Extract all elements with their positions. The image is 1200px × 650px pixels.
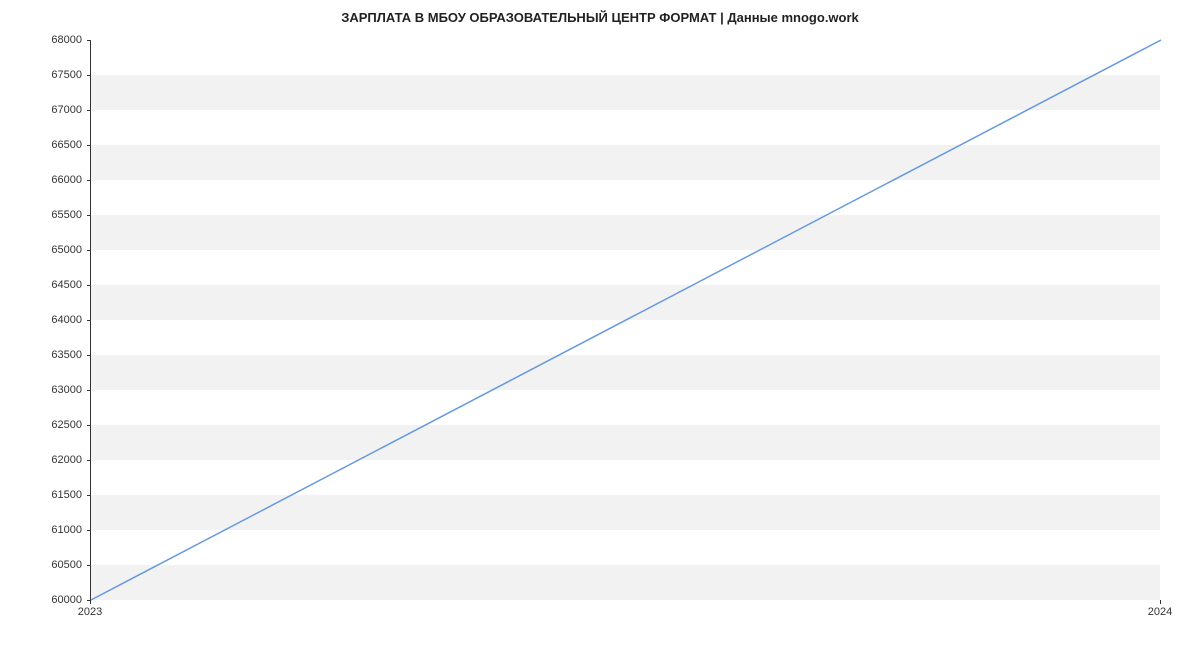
- x-tick-mark: [90, 600, 91, 604]
- y-tick-label: 67500: [32, 69, 82, 81]
- y-tick-label: 61000: [32, 524, 82, 536]
- line-series: [91, 40, 1161, 600]
- y-tick-mark: [87, 355, 91, 356]
- y-tick-label: 61500: [32, 489, 82, 501]
- y-tick-label: 66000: [32, 174, 82, 186]
- y-tick-mark: [87, 285, 91, 286]
- y-tick-label: 68000: [32, 34, 82, 46]
- y-tick-mark: [87, 320, 91, 321]
- y-tick-mark: [87, 495, 91, 496]
- y-tick-label: 64500: [32, 279, 82, 291]
- y-tick-mark: [87, 530, 91, 531]
- x-tick-mark: [1160, 600, 1161, 604]
- series-line: [91, 40, 1161, 600]
- x-tick-label: 2023: [78, 606, 102, 618]
- y-tick-mark: [87, 250, 91, 251]
- y-tick-mark: [87, 40, 91, 41]
- y-tick-mark: [87, 425, 91, 426]
- y-tick-mark: [87, 145, 91, 146]
- y-tick-label: 64000: [32, 314, 82, 326]
- y-tick-mark: [87, 565, 91, 566]
- y-tick-mark: [87, 460, 91, 461]
- y-tick-label: 60500: [32, 559, 82, 571]
- y-tick-label: 60000: [32, 594, 82, 606]
- y-tick-label: 65500: [32, 209, 82, 221]
- y-tick-label: 62000: [32, 454, 82, 466]
- y-tick-label: 63500: [32, 349, 82, 361]
- y-tick-label: 67000: [32, 104, 82, 116]
- x-tick-label: 2024: [1148, 606, 1172, 618]
- y-tick-mark: [87, 390, 91, 391]
- y-tick-label: 62500: [32, 419, 82, 431]
- chart-area: 6000060500610006150062000625006300063500…: [90, 40, 1160, 600]
- plot-area: [90, 40, 1160, 600]
- y-tick-label: 65000: [32, 244, 82, 256]
- chart-title: ЗАРПЛАТА В МБОУ ОБРАЗОВАТЕЛЬНЫЙ ЦЕНТР ФО…: [0, 0, 1200, 30]
- y-tick-mark: [87, 180, 91, 181]
- y-tick-label: 66500: [32, 139, 82, 151]
- y-tick-label: 63000: [32, 384, 82, 396]
- y-tick-mark: [87, 215, 91, 216]
- y-tick-mark: [87, 75, 91, 76]
- y-tick-mark: [87, 110, 91, 111]
